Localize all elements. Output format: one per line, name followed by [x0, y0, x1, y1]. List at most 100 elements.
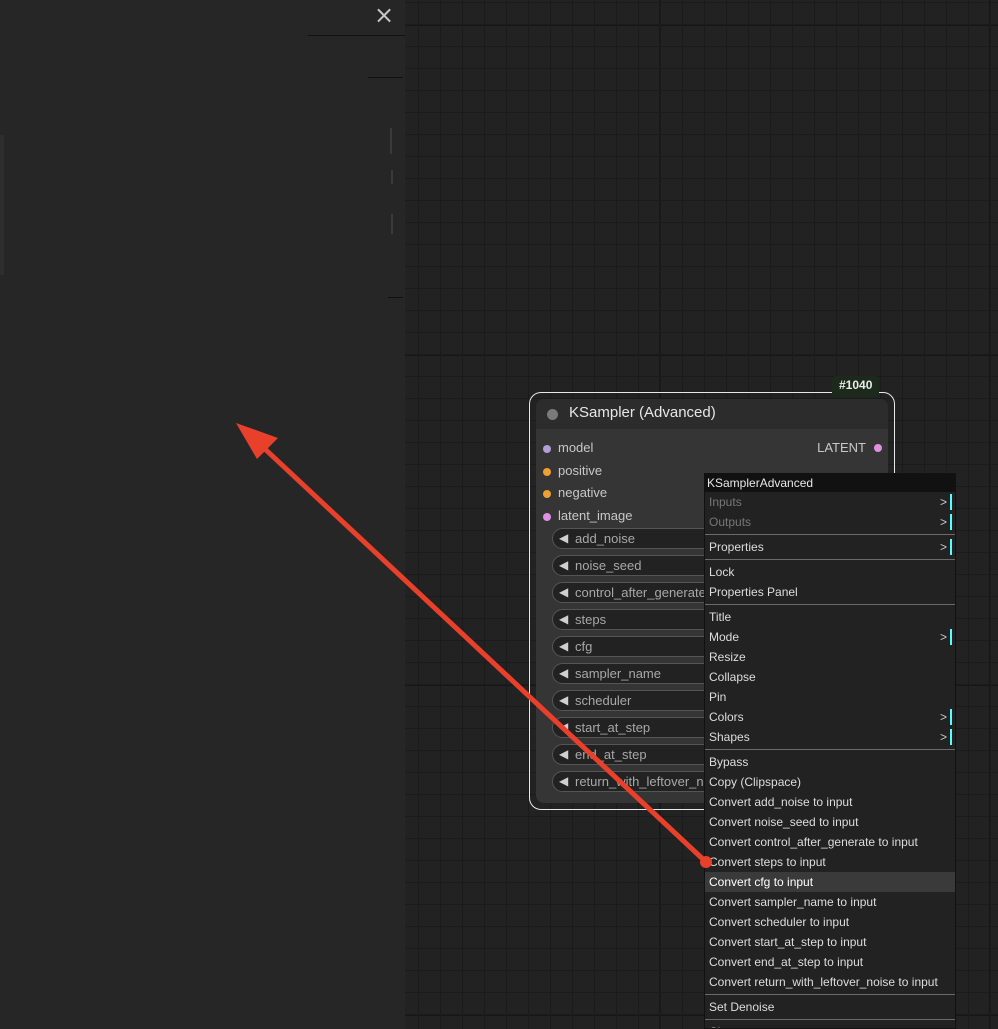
widget-label: scheduler — [575, 693, 632, 708]
panel-divider — [308, 35, 405, 36]
menu-item-shapes[interactable]: Shapes > — [705, 727, 955, 747]
input-dot[interactable] — [543, 445, 551, 453]
menu-item-convert-cfg-to-input[interactable]: Convert cfg to input — [705, 872, 955, 892]
decrement-arrow-icon[interactable]: ◀ — [559, 691, 568, 710]
node-collapse-dot[interactable] — [547, 409, 558, 420]
input-label: positive — [558, 462, 603, 478]
input-slot-latent-image[interactable]: latent_image — [543, 507, 633, 526]
input-slot-negative[interactable]: negative — [543, 485, 608, 503]
menu-item-properties-panel[interactable]: Properties Panel — [705, 582, 955, 602]
menu-item-label: Lock — [709, 565, 735, 579]
output-label: LATENT — [817, 440, 866, 455]
side-panel: × — [0, 0, 406, 1029]
decrement-arrow-icon[interactable]: ◀ — [559, 529, 568, 548]
menu-item-convert-steps-to-input[interactable]: Convert steps to input — [705, 852, 955, 872]
menu-item-properties[interactable]: Properties > — [705, 537, 955, 557]
menu-item-convert-start-at-step-to-input[interactable]: Convert start_at_step to input — [705, 932, 955, 952]
menu-item-label: Colors — [709, 710, 744, 724]
menu-item-collapse[interactable]: Collapse — [705, 667, 955, 687]
menu-item-bypass[interactable]: Bypass — [705, 752, 955, 772]
menu-item-label: Convert sampler_name to input — [709, 895, 877, 909]
menu-item-label: Shapes — [709, 730, 750, 744]
widget-label: steps — [575, 612, 607, 627]
menu-item-pin[interactable]: Pin — [705, 687, 955, 707]
widget-label: cfg — [575, 639, 593, 654]
output-slot-latent[interactable]: LATENT — [817, 440, 866, 455]
input-label: model — [558, 440, 594, 455]
input-dot[interactable] — [543, 490, 551, 498]
menu-item-label: Set Denoise — [709, 1000, 775, 1014]
menu-item-lock[interactable]: Lock — [705, 562, 955, 582]
menu-item-mode[interactable]: Mode > — [705, 627, 955, 647]
menu-item-outputs[interactable]: Outputs > — [705, 512, 955, 532]
menu-separator — [705, 994, 955, 995]
context-menu-title: KSamplerAdvanced — [705, 474, 955, 492]
menu-item-convert-add-noise-to-input[interactable]: Convert add_noise to input — [705, 792, 955, 812]
decrement-arrow-icon[interactable]: ◀ — [559, 583, 568, 602]
panel-edge — [0, 135, 4, 275]
menu-separator — [705, 749, 955, 750]
menu-item-label: Collapse — [709, 670, 756, 684]
decrement-arrow-icon[interactable]: ◀ — [559, 745, 568, 764]
menu-item-label: Convert steps to input — [709, 855, 826, 869]
menu-item-resize[interactable]: Resize — [705, 647, 955, 667]
close-icon[interactable]: × — [370, 2, 398, 28]
menu-item-label: Outputs — [709, 515, 752, 529]
widget-label: add_noise — [575, 531, 635, 546]
submenu-chevron-icon: > — [940, 729, 952, 745]
menu-item-label: Convert end_at_step to input — [709, 955, 864, 969]
menu-item-label: Properties Panel — [709, 585, 798, 599]
menu-item-convert-sampler-name-to-input[interactable]: Convert sampler_name to input — [705, 892, 955, 912]
menu-separator — [705, 559, 955, 560]
decrement-arrow-icon[interactable]: ◀ — [559, 664, 568, 683]
input-label: negative — [558, 485, 608, 500]
widget-label: noise_seed — [575, 558, 642, 573]
menu-item-title[interactable]: Title — [705, 607, 955, 627]
menu-item-label: Resize — [709, 650, 746, 664]
submenu-chevron-icon: > — [940, 629, 952, 645]
decrement-arrow-icon[interactable]: ◀ — [559, 718, 568, 737]
menu-item-label: Bypass — [709, 755, 749, 769]
panel-tick — [391, 214, 393, 234]
widget-label: end_at_step — [575, 747, 647, 762]
menu-item-label: Title — [709, 610, 732, 624]
menu-item-label: Clone — [709, 1025, 740, 1028]
submenu-chevron-icon: > — [940, 539, 952, 555]
input-slot-positive[interactable]: positive — [543, 462, 603, 481]
menu-item-colors[interactable]: Colors > — [705, 707, 955, 727]
menu-item-convert-scheduler-to-input[interactable]: Convert scheduler to input — [705, 912, 955, 932]
menu-item-label: Mode — [709, 630, 740, 644]
context-menu: KSamplerAdvanced Inputs > Outputs > Properti… — [704, 473, 956, 1029]
menu-item-label: Properties — [709, 540, 764, 554]
input-dot[interactable] — [543, 512, 551, 521]
decrement-arrow-icon[interactable]: ◀ — [559, 637, 568, 656]
node-header[interactable]: KSampler (Advanced) — [536, 399, 888, 429]
output-dot[interactable] — [874, 444, 882, 452]
input-dot[interactable] — [543, 467, 551, 476]
menu-item-label: Convert start_at_step to input — [709, 935, 867, 949]
decrement-arrow-icon[interactable]: ◀ — [559, 556, 568, 575]
menu-item-convert-noise-seed-to-input[interactable]: Convert noise_seed to input — [705, 812, 955, 832]
panel-tick — [391, 170, 393, 184]
menu-item-label: Inputs — [709, 495, 742, 509]
menu-separator — [705, 534, 955, 535]
node-title: KSampler (Advanced) — [569, 404, 716, 421]
menu-item-convert-end-at-step-to-input[interactable]: Convert end_at_step to input — [705, 952, 955, 972]
input-slot-model[interactable]: model — [543, 440, 594, 458]
menu-item-copy-clipspace[interactable]: Copy (Clipspace) — [705, 772, 955, 792]
widget-label: start_at_step — [575, 720, 651, 735]
menu-item-inputs[interactable]: Inputs > — [705, 492, 955, 512]
menu-item-convert-return-with-leftover-noise-to-input[interactable]: Convert return_with_leftover_noise to in… — [705, 972, 955, 992]
submenu-chevron-icon: > — [940, 709, 952, 725]
menu-item-set-denoise[interactable]: Set Denoise — [705, 997, 955, 1017]
menu-item-clone[interactable]: Clone — [705, 1022, 955, 1028]
decrement-arrow-icon[interactable]: ◀ — [559, 772, 568, 791]
menu-separator — [705, 604, 955, 605]
menu-separator — [705, 1019, 955, 1020]
input-label: latent_image — [558, 507, 633, 523]
menu-item-label: Convert return_with_leftover_noise to in… — [709, 975, 938, 989]
menu-item-label: Convert control_after_generate to input — [709, 835, 918, 849]
menu-item-label: Copy (Clipspace) — [709, 775, 802, 789]
menu-item-convert-control-after-generate-to-input[interactable]: Convert control_after_generate to input — [705, 832, 955, 852]
decrement-arrow-icon[interactable]: ◀ — [559, 610, 568, 629]
